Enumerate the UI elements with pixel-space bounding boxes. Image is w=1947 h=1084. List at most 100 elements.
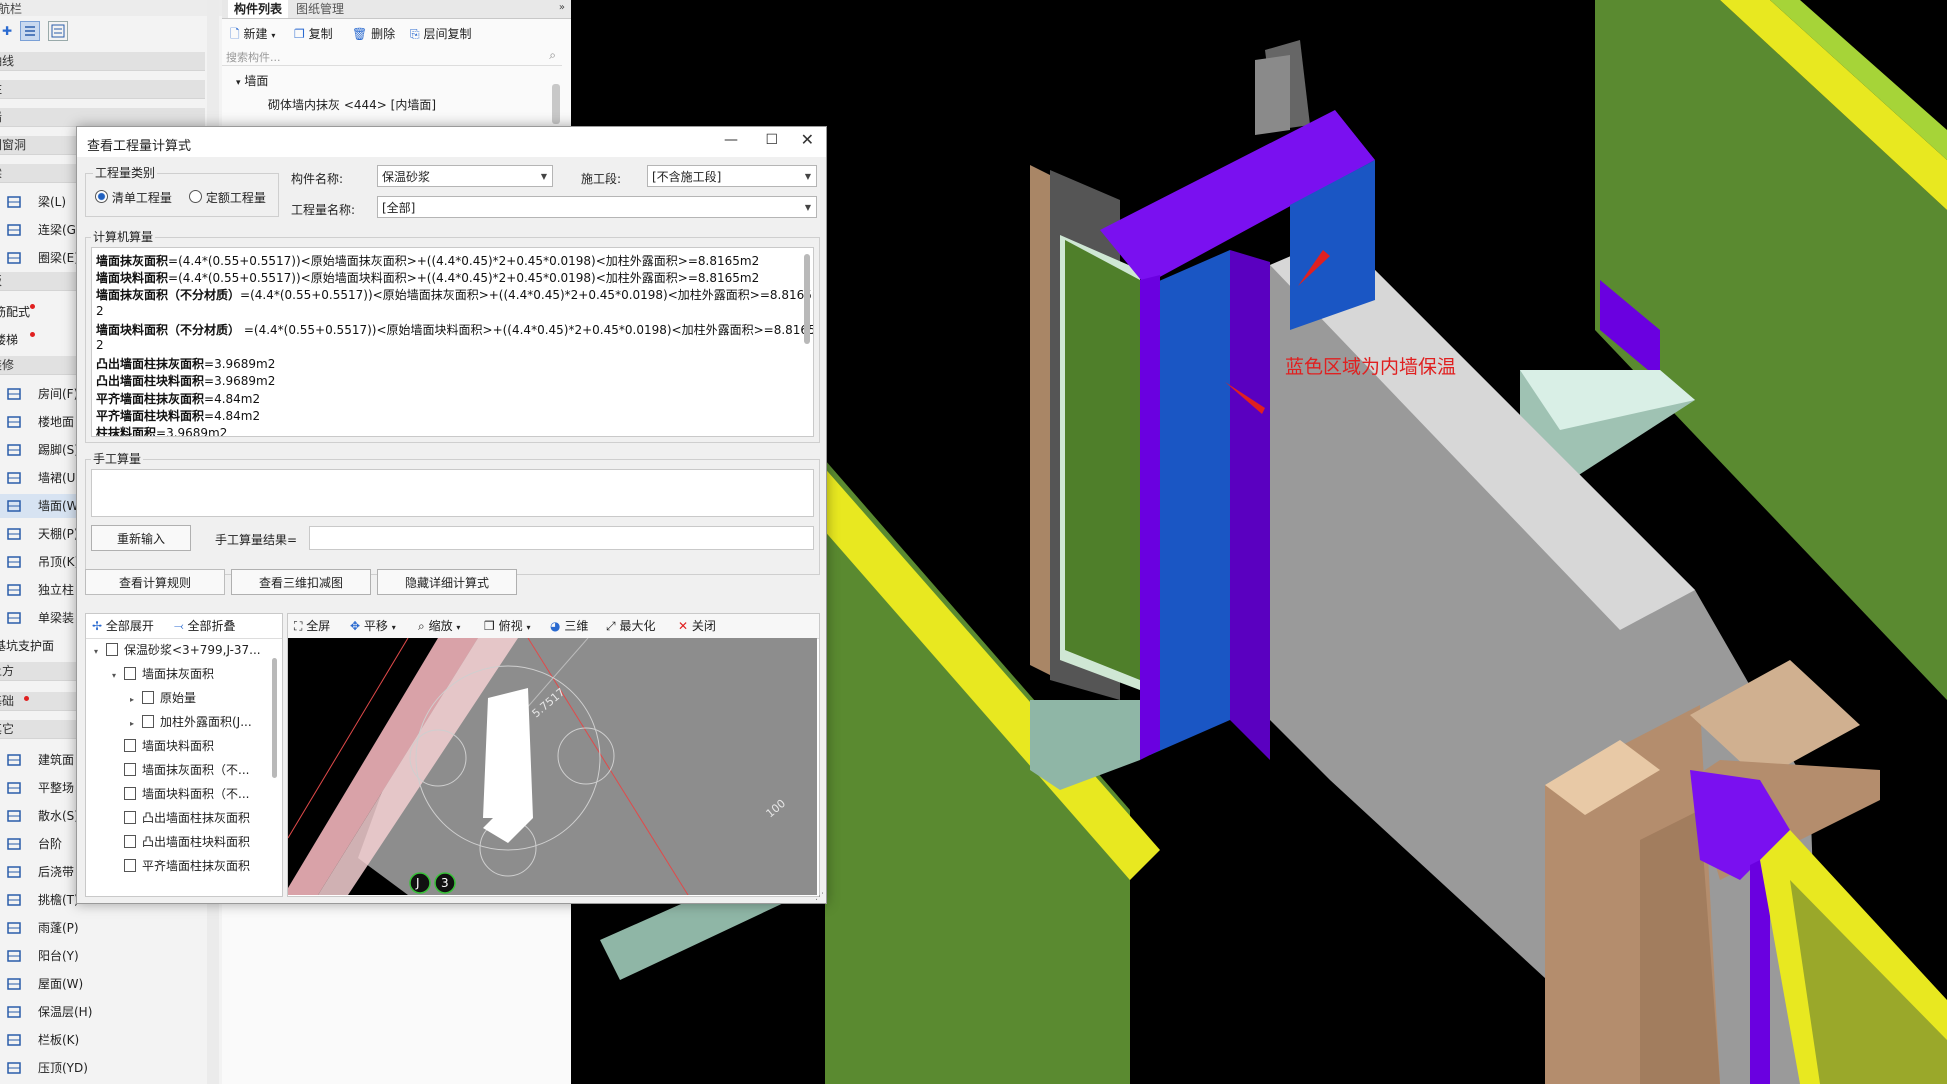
formula-box[interactable]: 墙面抹灰面积=(4.4*(0.55+0.5517))<原始墙面抹灰面积>+((4… xyxy=(91,247,814,437)
nav-item-coping[interactable]: 压顶(YD) xyxy=(0,1056,205,1080)
delete-button[interactable]: 🗑 删除 xyxy=(352,24,395,44)
more-icon[interactable]: » xyxy=(559,2,565,13)
nav-item-roof[interactable]: 屋面(W) xyxy=(0,972,205,996)
nav-category[interactable]: 墙 xyxy=(0,108,205,127)
calc-tree-node[interactable]: 凸出墙面柱块料面积 xyxy=(112,830,250,854)
manual-result-input[interactable] xyxy=(309,526,814,550)
view-3d-button[interactable]: 查看三维扣减图 xyxy=(231,569,371,595)
manual-calc-label: 手工算量 xyxy=(91,450,144,467)
expand-all-button[interactable]: ✢ 全部展开 xyxy=(92,614,154,638)
collapsed-arrow-icon[interactable]: ▸ xyxy=(130,712,142,736)
radio-list[interactable]: 清单工程量 xyxy=(95,189,172,206)
resize-grip-icon[interactable]: ⋰ xyxy=(815,892,824,902)
formula-line: 柱抹料面积=3.9689m2 xyxy=(96,426,228,437)
nav-category[interactable]: 轴线 xyxy=(0,52,205,71)
formula-line: 平齐墙面柱抹灰面积=4.84m2 xyxy=(96,391,261,406)
formula-node-icon xyxy=(124,739,136,752)
nav-category[interactable]: 柱 xyxy=(0,80,205,99)
calc-tree-node[interactable]: ▸ 原始量 xyxy=(130,686,196,710)
axis-label-3: 3 xyxy=(441,876,449,890)
reinput-button[interactable]: 重新输入 xyxy=(91,525,191,551)
expanded-arrow-icon[interactable]: ▾ xyxy=(94,640,106,664)
floor-icon xyxy=(6,414,22,430)
close-view-button[interactable]: ✕ 关闭 xyxy=(678,614,716,638)
qty-name-select[interactable]: [全部] ▼ xyxy=(377,196,817,218)
three-d-button[interactable]: ◕ 三维 xyxy=(550,614,588,638)
add-icon[interactable]: ✚ xyxy=(2,24,12,38)
pan-button[interactable]: ✥ 平移 ▾ xyxy=(350,614,396,638)
calc-tree-node[interactable]: ▸ 加柱外露面积(J... xyxy=(130,710,252,734)
detail-view-icon[interactable] xyxy=(48,21,68,41)
nav-item-balcony[interactable]: 阳台(Y) xyxy=(0,944,205,968)
copy-button[interactable]: ❐ 复制 xyxy=(294,24,333,44)
calc-tree-node[interactable]: 墙面块料面积 xyxy=(112,734,214,758)
nav-header: 导航栏 xyxy=(0,0,222,16)
zoom-button[interactable]: ⌕ 缩放 ▾ xyxy=(418,614,460,638)
tab-drawing-management[interactable]: 图纸管理 xyxy=(290,0,350,18)
radio-checked-icon xyxy=(95,190,108,203)
tree-scrollbar[interactable] xyxy=(272,658,277,778)
calc-tree-node[interactable]: 墙面抹灰面积（不... xyxy=(112,758,249,782)
preview-canvas[interactable]: 5.7517 100 J 3 xyxy=(288,638,817,895)
expanded-arrow-icon[interactable]: ▾ xyxy=(112,664,124,688)
list-scrollbar[interactable] xyxy=(552,84,560,124)
calc-tree-node[interactable]: 凸出墙面柱抹灰面积 xyxy=(112,806,250,830)
formula-line: 平齐墙面柱块料面积=4.84m2 xyxy=(96,408,261,423)
step-icon xyxy=(6,836,22,852)
manual-calc-input[interactable] xyxy=(91,469,814,517)
collapsed-arrow-icon[interactable]: ▸ xyxy=(130,688,142,712)
tab-component-list[interactable]: 构件列表 xyxy=(228,0,289,18)
dropdown-arrow-icon: ▼ xyxy=(540,172,547,181)
qty-type-label: 工程量类别 xyxy=(93,164,158,181)
collapse-arrow-icon[interactable]: ▾ xyxy=(236,78,241,88)
search-input[interactable]: 搜索构件... xyxy=(226,49,281,65)
formula-line: 墙面抹灰面积（不分材质）=(4.4*(0.55+0.5517))<原始墙面抹灰面… xyxy=(96,288,814,303)
close-icon[interactable]: ✕ xyxy=(801,130,814,149)
comp-name-select[interactable]: 保温砂浆 ▼ xyxy=(377,165,553,187)
tree-item[interactable]: 砌体墙内抹灰 <444> [内墙面] xyxy=(268,96,436,113)
new-button[interactable]: 🗋 新建 ▾ xyxy=(230,24,275,44)
floor-copy-button[interactable]: ⎘ 层间复制 xyxy=(410,24,471,44)
view-rules-button[interactable]: 查看计算规则 xyxy=(85,569,225,595)
balcony-icon xyxy=(6,948,22,964)
maximize-icon[interactable]: ☐ xyxy=(765,132,778,148)
nav-item-railing[interactable]: 栏板(K) xyxy=(0,1028,205,1052)
new-icon: 🗋 xyxy=(230,27,240,41)
calc-tree-node[interactable]: ▾ 墙面抹灰面积 xyxy=(112,662,214,686)
formula-scrollbar[interactable] xyxy=(804,254,810,344)
maximize-view-icon: ⤢ xyxy=(606,619,616,633)
calc-tree-node[interactable]: ▾ 保温砂浆<3+799,J-37... xyxy=(94,638,261,662)
manual-result-label: 手工算量结果= xyxy=(215,533,298,547)
formula-line: 2 xyxy=(96,303,104,318)
formula-node-icon xyxy=(124,763,136,776)
apron-icon xyxy=(6,808,22,824)
ring-beam-icon xyxy=(6,250,22,266)
radio-quota[interactable]: 定额工程量 xyxy=(189,189,266,206)
calc-tree-node[interactable]: 墙面块料面积（不... xyxy=(112,782,249,806)
copy-icon: ❐ xyxy=(294,27,305,41)
minimize-icon[interactable]: — xyxy=(724,132,738,148)
roof-icon xyxy=(6,976,22,992)
hide-detail-button[interactable]: 隐藏详细计算式 xyxy=(377,569,517,595)
3d-icon: ◕ xyxy=(550,619,561,633)
wall-face-icon xyxy=(6,498,22,514)
nav-item-insulation[interactable]: 保温层(H) xyxy=(0,1000,205,1024)
maximize-button[interactable]: ⤢ 最大化 xyxy=(606,614,655,638)
list-view-icon[interactable] xyxy=(20,21,40,41)
component-search[interactable]: 搜索构件... ⌕ xyxy=(222,47,562,66)
formula-line: 墙面块料面积（不分材质） =(4.4*(0.55+0.5517))<原始墙面块料… xyxy=(96,322,814,337)
tree-root[interactable]: ▾ 墙面 xyxy=(236,72,268,89)
calc-tree-node[interactable]: 平齐墙面柱抹灰面积 xyxy=(112,854,250,878)
nav-item-canopy[interactable]: 雨蓬(P) xyxy=(0,916,205,940)
collapse-all-button[interactable]: ⤙ 全部折叠 xyxy=(174,614,235,638)
zoom-icon: ⌕ xyxy=(418,619,425,633)
stage-select[interactable]: [不含施工段] ▼ xyxy=(647,165,817,187)
axis-label-j: J xyxy=(415,876,420,890)
building-area-icon xyxy=(6,752,22,768)
search-icon[interactable]: ⌕ xyxy=(549,48,556,63)
fullscreen-button[interactable]: ⛶ 全屏 xyxy=(294,614,330,638)
overhang-icon xyxy=(6,892,22,908)
top-view-icon: ❒ xyxy=(484,619,495,633)
qty-name-label: 工程量名称: xyxy=(291,203,356,217)
top-view-button[interactable]: ❒ 俯视 ▾ xyxy=(484,614,530,638)
